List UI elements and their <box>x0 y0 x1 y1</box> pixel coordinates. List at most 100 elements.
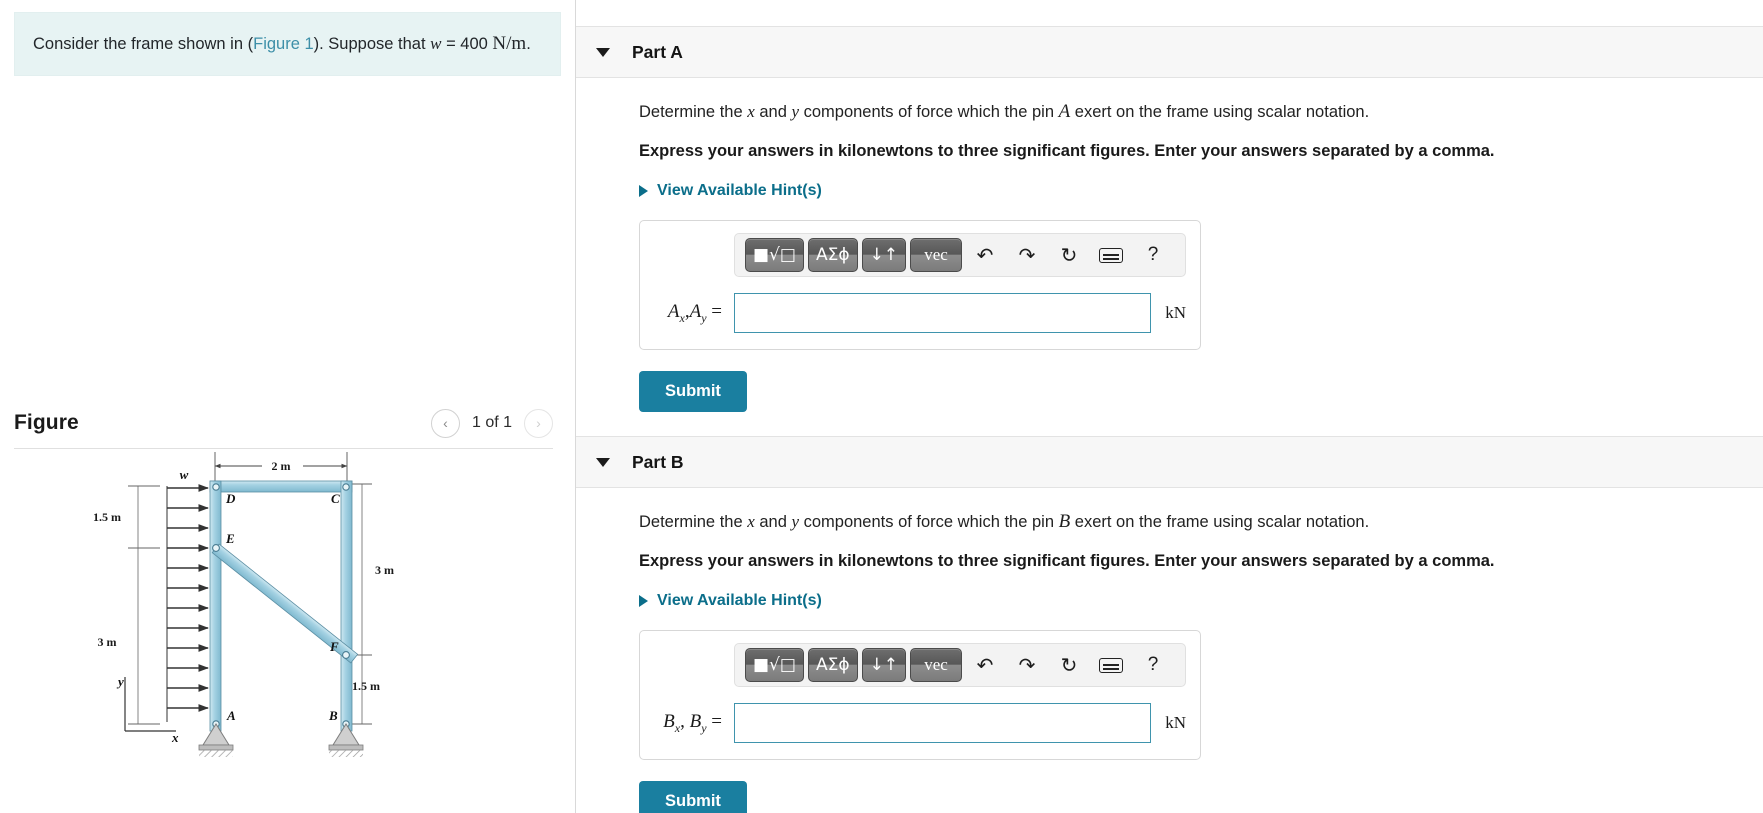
greek-symbols-button[interactable]: ΑΣϕ <box>807 648 858 682</box>
part-b-submit-button[interactable]: Submit <box>639 781 747 813</box>
hint-caret-icon[interactable] <box>639 595 648 607</box>
part-a-math-toolbar: ■√□ ΑΣϕ ↓↑ vec ↶ ↷ ↻ ? <box>734 233 1186 277</box>
part-a-answer-input[interactable] <box>734 293 1152 333</box>
part-b-input-row: Bx, By = kN <box>654 703 1186 743</box>
axis-x-label: x <box>171 730 179 745</box>
sub-superscript-icon: ↓↑ <box>869 654 899 675</box>
q-tail: exert on the frame using scalar notation… <box>1070 513 1370 531</box>
figure-pagination: ‹ 1 of 1 › <box>430 408 553 438</box>
joint-label-c: C <box>331 491 340 506</box>
part-b-unit: kN <box>1165 713 1186 732</box>
greek-symbols-icon: ΑΣϕ <box>815 654 850 675</box>
greek-symbols-icon: ΑΣϕ <box>815 244 850 265</box>
joint-label-f: F <box>329 639 339 654</box>
lbl-a-eq: = <box>711 300 722 322</box>
lbl-a-main2: A <box>689 300 702 322</box>
left-panel: Consider the frame shown in (Figure 1). … <box>0 0 576 813</box>
q-tail: exert on the frame using scalar notation… <box>1070 103 1370 121</box>
part-a-hints-label[interactable]: View Available Hint(s) <box>657 182 822 200</box>
dim-top-label: 2 m <box>272 459 291 473</box>
lbl-b-main: B <box>663 710 675 732</box>
figure-link[interactable]: Figure 1 <box>253 35 314 53</box>
part-b-answer-card: ■√□ ΑΣϕ ↓↑ vec ↶ ↷ ↻ ? Bx, By = kN <box>639 630 1201 760</box>
q-mid: and <box>754 513 792 531</box>
axis-y-label: y <box>116 674 124 689</box>
q-pin: A <box>1058 101 1071 122</box>
lbl-b-eq: = <box>711 710 722 732</box>
keyboard-button[interactable] <box>1092 239 1130 271</box>
problem-statement: Consider the frame shown in (Figure 1). … <box>14 12 561 76</box>
vector-button[interactable]: vec <box>910 648 963 682</box>
lbl-a-main: A <box>667 300 680 322</box>
part-b-body: Determine the x and y components of forc… <box>576 511 1763 813</box>
vector-button[interactable]: vec <box>910 238 963 272</box>
figure-panel-header: Figure ‹ 1 of 1 › <box>0 398 575 448</box>
part-a-instruction: Express your answers in kilonewtons to t… <box>639 142 1495 160</box>
joint-label-b: B <box>328 708 338 723</box>
greek-symbols-button[interactable]: ΑΣϕ <box>807 238 858 272</box>
dim-left-upper-label: 1.5 m <box>93 510 121 524</box>
part-b-answer-label: Bx, By = <box>654 711 734 736</box>
part-a-submit-button[interactable]: Submit <box>639 371 747 412</box>
reset-button[interactable]: ↻ <box>1050 649 1088 681</box>
dim-right-lower-label: 1.5 m <box>352 679 380 693</box>
help-button[interactable]: ? <box>1134 649 1172 681</box>
support-a <box>198 723 234 757</box>
part-b-hints-toggle[interactable]: View Available Hint(s) <box>639 592 1763 610</box>
q-var-x: x <box>747 102 755 121</box>
undo-button[interactable]: ↶ <box>966 649 1004 681</box>
part-b-instruction: Express your answers in kilonewtons to t… <box>639 552 1495 570</box>
vector-icon: vec <box>924 245 948 264</box>
redo-button[interactable]: ↷ <box>1008 239 1046 271</box>
q-pre: Determine the <box>639 103 748 121</box>
lbl-a-sub2: y <box>701 310 707 325</box>
part-a-answer-card: ■√□ ΑΣϕ ↓↑ vec ↶ ↷ ↻ ? Ax,Ay = kN <box>639 220 1201 350</box>
part-b-title: Part B <box>632 451 684 472</box>
problem-text-before: Consider the frame shown in ( <box>33 35 254 53</box>
part-gap <box>576 412 1763 436</box>
part-a-body: Determine the x and y components of forc… <box>576 101 1763 412</box>
sub-superscript-button[interactable]: ↓↑ <box>861 648 907 682</box>
collapse-caret-icon[interactable] <box>596 47 610 57</box>
q-post: components of force which the pin <box>799 103 1059 121</box>
part-b-math-toolbar: ■√□ ΑΣϕ ↓↑ vec ↶ ↷ ↻ ? <box>734 643 1186 687</box>
part-b-answer-input[interactable] <box>734 703 1152 743</box>
joint-label-a: A <box>226 708 236 723</box>
redo-button[interactable]: ↷ <box>1008 649 1046 681</box>
problem-variable-w: w <box>430 34 442 53</box>
figure-next-button[interactable]: › <box>524 408 553 438</box>
help-button[interactable]: ? <box>1134 239 1172 271</box>
undo-button[interactable]: ↶ <box>966 239 1004 271</box>
q-var-x: x <box>747 512 755 531</box>
part-a-title: Part A <box>632 41 683 62</box>
q-mid: and <box>754 103 792 121</box>
figure-prev-button[interactable]: ‹ <box>430 408 460 438</box>
part-b-header[interactable]: Part B <box>576 436 1763 488</box>
page-root: Consider the frame shown in (Figure 1). … <box>0 0 1763 813</box>
part-a-input-row: Ax,Ay = kN <box>654 293 1186 333</box>
part-a-hints-toggle[interactable]: View Available Hint(s) <box>639 182 1763 200</box>
keyboard-button[interactable] <box>1092 649 1130 681</box>
right-panel: Part A Determine the x and y components … <box>576 0 1763 813</box>
template-sqrt-button[interactable]: ■√□ <box>745 648 804 682</box>
part-b-hints-label[interactable]: View Available Hint(s) <box>657 592 822 610</box>
support-b <box>328 723 364 757</box>
part-a-question: Determine the x and y components of forc… <box>639 101 1763 123</box>
problem-equals-value: = 400 <box>441 35 493 53</box>
top-spacer <box>576 0 1763 26</box>
vector-icon: vec <box>924 655 948 674</box>
reset-button[interactable]: ↻ <box>1050 239 1088 271</box>
lbl-b-sep: , <box>680 710 685 732</box>
problem-text-after: ). Suppose that <box>313 35 431 53</box>
template-sqrt-icon: ■√□ <box>753 654 796 675</box>
figure-divider <box>14 448 553 449</box>
q-pin: B <box>1058 511 1071 532</box>
part-a-header[interactable]: Part A <box>576 26 1763 78</box>
sub-superscript-button[interactable]: ↓↑ <box>861 238 907 272</box>
collapse-caret-icon[interactable] <box>596 457 610 467</box>
sub-superscript-icon: ↓↑ <box>869 244 899 265</box>
figure-image[interactable]: 2 m w 1.5 m 3 m y x 3 m 1.5 m D C E F A … <box>0 440 575 813</box>
hint-caret-icon[interactable] <box>639 185 648 197</box>
frame-diagram-svg: 2 m w 1.5 m 3 m y x 3 m 1.5 m D C E F A … <box>93 440 394 757</box>
template-sqrt-button[interactable]: ■√□ <box>745 238 804 272</box>
